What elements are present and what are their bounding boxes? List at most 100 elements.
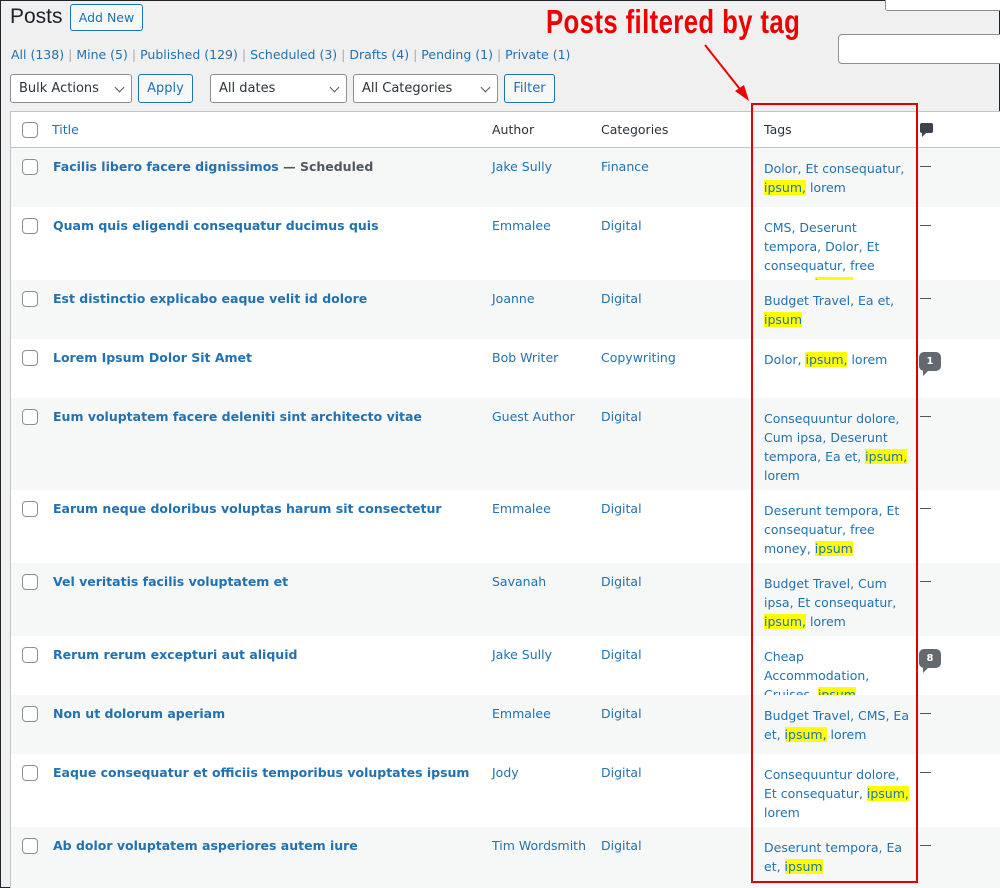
post-author-link[interactable]: Bob Writer [492, 350, 558, 365]
post-title-link[interactable]: Vel veritatis facilis voluptatem et [53, 574, 288, 589]
tags-text-after[interactable]: lorem [806, 180, 846, 195]
post-title[interactable]: Earum neque doloribus voluptas harum sit… [53, 501, 442, 516]
post-title-link[interactable]: Eaque consequatur et officiis temporibus… [53, 765, 469, 780]
row-checkbox[interactable] [22, 706, 38, 722]
highlighted-tag[interactable]: ipsum [814, 541, 853, 556]
row-checkbox[interactable] [22, 291, 38, 307]
post-title-link[interactable]: Facilis libero facere dignissimos — Sche… [53, 159, 373, 174]
post-tags[interactable]: Budget Travel, CMS, Ea et, ipsum, lorem [764, 706, 912, 744]
highlighted-tag[interactable]: ipsum [784, 859, 823, 874]
status-filter-mine[interactable]: Mine (5) [76, 47, 128, 62]
post-title[interactable]: Vel veritatis facilis voluptatem et [53, 574, 288, 589]
tags-text[interactable]: Dolor, [764, 352, 805, 367]
tags-text-after[interactable]: lorem [827, 727, 867, 742]
status-filter-drafts[interactable]: Drafts (4) [349, 47, 409, 62]
post-author-link[interactable]: Guest Author [492, 409, 575, 424]
post-title-link[interactable]: Non ut dolorum aperiam [53, 706, 225, 721]
highlighted-tag[interactable]: ipsum, [865, 449, 908, 464]
post-tags[interactable]: Deserunt tempora, Et consequatur, free m… [764, 501, 912, 558]
post-title[interactable]: Quam quis eligendi consequatur ducimus q… [53, 218, 379, 233]
row-checkbox[interactable] [22, 838, 38, 854]
comment-count-bubble[interactable]: 8 [919, 649, 941, 673]
post-author-link[interactable]: Joanne [492, 291, 535, 306]
top-right-input[interactable] [885, 0, 1000, 11]
bulk-actions-select[interactable]: Bulk Actions [10, 74, 132, 103]
post-author-link[interactable]: Savanah [492, 574, 546, 589]
post-author-link[interactable]: Tim Wordsmith [492, 838, 586, 853]
row-checkbox[interactable] [22, 501, 38, 517]
post-category-link[interactable]: Digital [601, 838, 642, 853]
post-title[interactable]: Ab dolor voluptatem asperiores autem iur… [53, 838, 358, 853]
column-title[interactable]: Title [52, 122, 79, 137]
highlighted-tag[interactable]: ipsum [764, 312, 803, 327]
post-title[interactable]: Rerum rerum excepturi aut aliquid [53, 647, 297, 662]
post-category-link[interactable]: Digital [601, 765, 642, 780]
post-title-link[interactable]: Ab dolor voluptatem asperiores autem iur… [53, 838, 358, 853]
post-title-link[interactable]: Quam quis eligendi consequatur ducimus q… [53, 218, 379, 233]
post-tags[interactable]: Dolor, Et consequatur, ipsum, lorem [764, 159, 912, 197]
post-author-link[interactable]: Emmalee [492, 706, 551, 721]
status-filter-scheduled[interactable]: Scheduled (3) [250, 47, 337, 62]
post-category-link[interactable]: Finance [601, 159, 649, 174]
row-checkbox[interactable] [22, 765, 38, 781]
highlighted-tag[interactable]: ipsum, [764, 614, 806, 629]
row-checkbox[interactable] [22, 647, 38, 663]
post-author-link[interactable]: Jake Sully [492, 647, 552, 662]
search-input[interactable] [838, 34, 1000, 64]
post-category-link[interactable]: Digital [601, 409, 642, 424]
select-all-checkbox[interactable] [22, 122, 38, 138]
tags-text[interactable]: Budget Travel, Ea et, [764, 293, 894, 308]
post-title[interactable]: Est distinctio explicabo eaque velit id … [53, 291, 367, 306]
status-filter-all[interactable]: All (138) [11, 47, 64, 62]
row-checkbox[interactable] [22, 218, 38, 234]
categories-select[interactable]: All Categories [353, 74, 498, 103]
post-tags[interactable]: Consequuntur dolore, Et consequatur, ips… [764, 765, 912, 822]
post-author-link[interactable]: Emmalee [492, 218, 551, 233]
post-category-link[interactable]: Digital [601, 218, 642, 233]
comment-icon[interactable] [920, 123, 933, 137]
post-title[interactable]: Facilis libero facere dignissimos [53, 159, 279, 174]
post-category-link[interactable]: Digital [601, 574, 642, 589]
row-checkbox[interactable] [22, 350, 38, 366]
post-category-link[interactable]: Copywriting [601, 350, 676, 365]
row-checkbox[interactable] [22, 159, 38, 175]
post-title[interactable]: Lorem Ipsum Dolor Sit Amet [53, 350, 252, 365]
row-checkbox[interactable] [22, 409, 38, 425]
highlighted-tag[interactable]: ipsum, [805, 352, 848, 367]
post-author-link[interactable]: Jody [492, 765, 519, 780]
post-tags[interactable]: Deserunt tempora, Ea et, ipsum [764, 838, 912, 876]
post-tags[interactable]: Budget Travel, Cum ipsa, Et consequatur,… [764, 574, 912, 631]
highlighted-tag[interactable]: ipsum, [866, 786, 909, 801]
post-title[interactable]: Eum voluptatem facere deleniti sint arch… [53, 409, 422, 424]
post-title-link[interactable]: Rerum rerum excepturi aut aliquid [53, 647, 297, 662]
tags-text[interactable]: Dolor, Et consequatur, [764, 161, 904, 176]
post-category-link[interactable]: Digital [601, 291, 642, 306]
post-category-link[interactable]: Digital [601, 706, 642, 721]
tags-text-after[interactable]: lorem [806, 614, 846, 629]
post-title-link[interactable]: Lorem Ipsum Dolor Sit Amet [53, 350, 252, 365]
post-title[interactable]: Non ut dolorum aperiam [53, 706, 225, 721]
tags-text-after[interactable]: lorem [764, 805, 800, 820]
filter-button[interactable]: Filter [504, 74, 555, 103]
tags-text-after[interactable]: lorem [764, 468, 800, 483]
post-title-link[interactable]: Est distinctio explicabo eaque velit id … [53, 291, 367, 306]
post-title-link[interactable]: Eum voluptatem facere deleniti sint arch… [53, 409, 422, 424]
post-tags[interactable]: Consequuntur dolore, Cum ipsa, Deserunt … [764, 409, 912, 485]
post-title-link[interactable]: Earum neque doloribus voluptas harum sit… [53, 501, 442, 516]
status-filter-private[interactable]: Private (1) [505, 47, 570, 62]
post-category-link[interactable]: Digital [601, 501, 642, 516]
highlighted-tag[interactable]: ipsum, [764, 180, 806, 195]
apply-button[interactable]: Apply [138, 74, 193, 103]
comment-count-bubble[interactable]: 1 [919, 352, 941, 376]
post-title[interactable]: Eaque consequatur et officiis temporibus… [53, 765, 469, 780]
post-author-link[interactable]: Emmalee [492, 501, 551, 516]
post-author-link[interactable]: Jake Sully [492, 159, 552, 174]
post-category-link[interactable]: Digital [601, 647, 642, 662]
tags-text-after[interactable]: lorem [847, 352, 887, 367]
tags-text[interactable]: Budget Travel, Cum ipsa, Et consequatur, [764, 576, 896, 610]
post-tags[interactable]: Budget Travel, Ea et, ipsum [764, 291, 912, 329]
post-tags[interactable]: Dolor, ipsum, lorem [764, 350, 912, 369]
highlighted-tag[interactable]: ipsum, [784, 727, 827, 742]
add-new-button[interactable]: Add New [70, 4, 143, 31]
status-filter-published[interactable]: Published (129) [140, 47, 238, 62]
